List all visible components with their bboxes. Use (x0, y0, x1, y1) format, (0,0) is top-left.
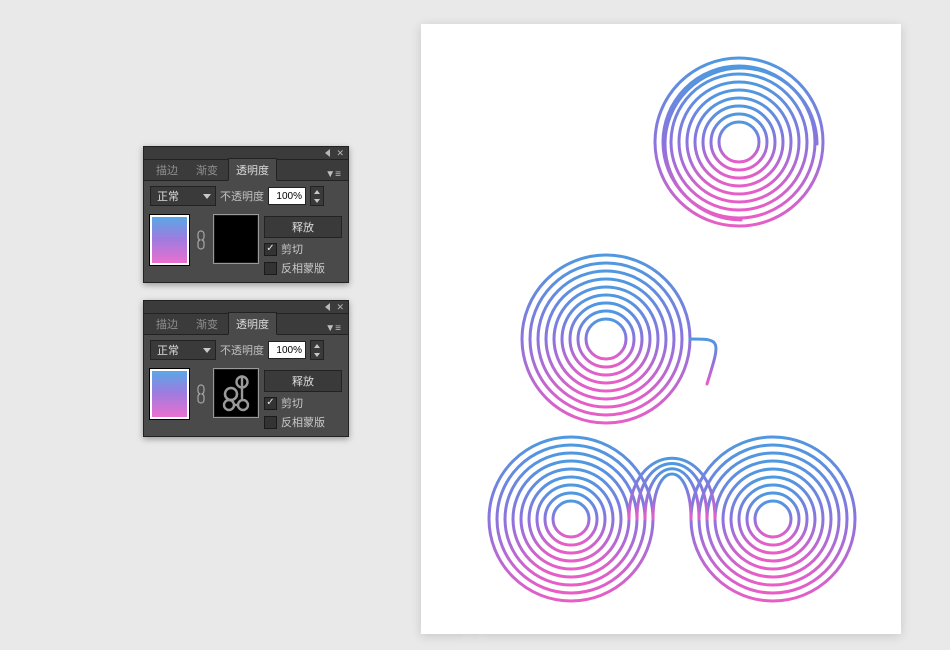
collapse-icon[interactable] (325, 149, 330, 157)
invert-label: 反相蒙版 (281, 414, 325, 430)
panel-menu-icon[interactable]: ▼≡ (322, 323, 344, 334)
invert-label: 反相蒙版 (281, 260, 325, 276)
blend-mode-select[interactable]: 正常 (150, 186, 216, 206)
link-icon[interactable] (195, 369, 208, 419)
blend-mode-value: 正常 (157, 188, 179, 204)
clip-label: 剪切 (281, 241, 303, 257)
tab-gradient[interactable]: 渐变 (188, 158, 226, 180)
invert-checkbox[interactable] (264, 416, 277, 429)
chevron-down-icon (203, 348, 211, 353)
opacity-label: 不透明度 (220, 342, 264, 358)
artboard (421, 24, 901, 634)
blend-mode-value: 正常 (157, 342, 179, 358)
mask-row: 释放 ✓ 剪切 反相蒙版 (144, 363, 348, 436)
release-button[interactable]: 释放 (264, 216, 342, 238)
clip-row: ✓ 剪切 (264, 241, 342, 257)
close-icon[interactable]: ✕ (336, 303, 344, 312)
tab-stroke[interactable]: 描边 (148, 312, 186, 334)
opacity-stepper[interactable] (310, 186, 324, 206)
transparency-panel-2: ✕ 描边 渐变 透明度 ▼≡ 正常 不透明度 100% (143, 300, 349, 437)
tab-stroke[interactable]: 描边 (148, 158, 186, 180)
panel-tabs: 描边 渐变 透明度 ▼≡ (144, 160, 348, 181)
artwork (421, 24, 901, 634)
blend-opacity-row: 正常 不透明度 100% (144, 335, 348, 363)
opacity-label: 不透明度 (220, 188, 264, 204)
stage: ✕ 描边 渐变 透明度 ▼≡ 正常 不透明度 100% 释放 (0, 0, 950, 650)
release-button[interactable]: 释放 (264, 370, 342, 392)
clip-checkbox[interactable]: ✓ (264, 397, 277, 410)
clip-checkbox[interactable]: ✓ (264, 243, 277, 256)
blend-mode-select[interactable]: 正常 (150, 340, 216, 360)
invert-checkbox[interactable] (264, 262, 277, 275)
mask-row: 释放 ✓ 剪切 反相蒙版 (144, 209, 348, 282)
invert-row: 反相蒙版 (264, 260, 342, 276)
tab-gradient[interactable]: 渐变 (188, 312, 226, 334)
opacity-input[interactable]: 100% (268, 187, 306, 205)
tab-transparency[interactable]: 透明度 (228, 158, 277, 181)
panel-tabs: 描边 渐变 透明度 ▼≡ (144, 314, 348, 335)
clip-row: ✓ 剪切 (264, 395, 342, 411)
opacity-input[interactable]: 100% (268, 341, 306, 359)
object-thumbnail[interactable] (150, 369, 189, 419)
mask-thumbnail[interactable] (214, 369, 258, 417)
opacity-stepper[interactable] (310, 340, 324, 360)
chevron-down-icon (203, 194, 211, 199)
close-icon[interactable]: ✕ (336, 149, 344, 158)
mask-thumbnail[interactable] (214, 215, 258, 263)
mask-options: 释放 ✓ 剪切 反相蒙版 (264, 369, 342, 430)
link-icon[interactable] (195, 215, 208, 265)
tab-transparency[interactable]: 透明度 (228, 312, 277, 335)
transparency-panel-1: ✕ 描边 渐变 透明度 ▼≡ 正常 不透明度 100% 释放 (143, 146, 349, 283)
blend-opacity-row: 正常 不透明度 100% (144, 181, 348, 209)
mask-options: 释放 ✓ 剪切 反相蒙版 (264, 215, 342, 276)
invert-row: 反相蒙版 (264, 414, 342, 430)
watermark (445, 614, 505, 648)
collapse-icon[interactable] (325, 303, 330, 311)
object-thumbnail[interactable] (150, 215, 189, 265)
clip-label: 剪切 (281, 395, 303, 411)
panel-menu-icon[interactable]: ▼≡ (322, 169, 344, 180)
